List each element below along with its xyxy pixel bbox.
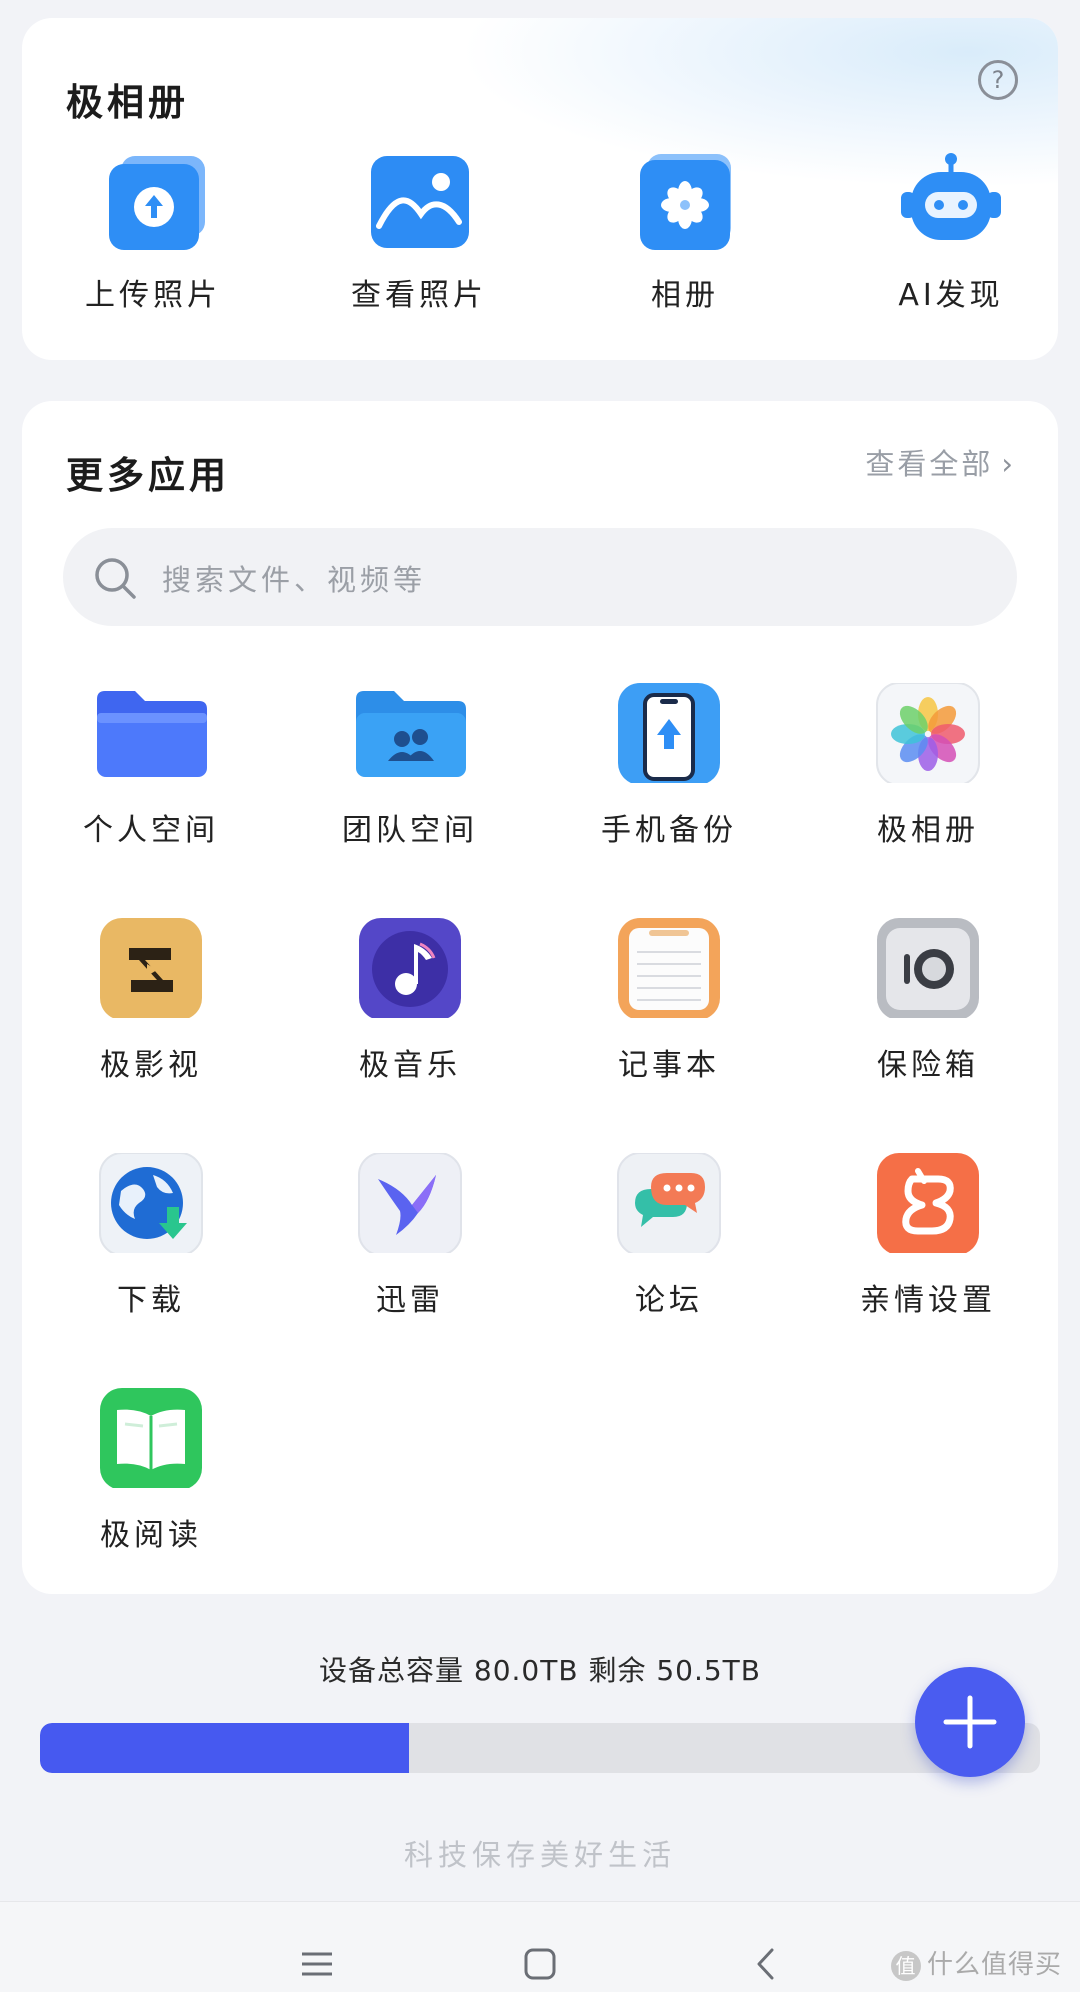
view-all-label: 查看全部	[865, 447, 994, 481]
app-safe[interactable]: 保险箱	[828, 918, 1028, 1084]
video-icon	[100, 918, 202, 1018]
apps-card-title: 更多应用	[66, 454, 230, 497]
app-label: 个人空间	[83, 813, 219, 848]
storage-bar	[40, 1723, 1040, 1773]
app-photo-album[interactable]: 极相册	[828, 683, 1028, 849]
upload-photo-icon	[109, 156, 205, 250]
app-label: 保险箱	[877, 1048, 979, 1083]
family-settings-icon	[877, 1153, 979, 1253]
album-item-albums[interactable]: 相册	[585, 152, 785, 314]
album-card: 极相册 ? 上传照片 查看照片 相册 AI发现	[22, 18, 1058, 360]
album-item-ai-discover[interactable]: AI发现	[851, 152, 1051, 314]
reader-book-icon	[100, 1388, 202, 1488]
app-label: 极影视	[100, 1048, 202, 1083]
plus-icon	[943, 1695, 997, 1749]
app-label: 手机备份	[601, 813, 737, 848]
watermark: 值什么值得买	[890, 1944, 1062, 1981]
add-button[interactable]	[915, 1667, 1025, 1777]
app-notepad[interactable]: 记事本	[569, 918, 769, 1084]
app-label: 论坛	[635, 1283, 703, 1318]
notepad-icon	[618, 918, 720, 1018]
app-family-settings[interactable]: 亲情设置	[828, 1153, 1028, 1319]
app-forum[interactable]: 论坛	[569, 1153, 769, 1319]
album-item-label: 上传照片	[85, 278, 221, 313]
slogan: 科技保存美好生活	[403, 1838, 676, 1872]
storage-bar-fill	[40, 1723, 409, 1773]
back-chevron-icon[interactable]	[754, 1947, 776, 1981]
app-personal-space[interactable]: 个人空间	[51, 683, 251, 849]
album-card-title: 极相册	[66, 81, 189, 124]
search-bar[interactable]: 搜索文件、视频等	[63, 528, 1017, 626]
app-label: 迅雷	[376, 1283, 444, 1318]
app-label: 极音乐	[359, 1048, 461, 1083]
storage-info: 设备总容量 80.0TB 剩余 50.5TB	[318, 1654, 761, 1687]
view-photo-icon	[371, 156, 469, 248]
app-label: 下载	[117, 1283, 185, 1318]
app-label: 极相册	[877, 813, 979, 848]
help-icon[interactable]: ?	[978, 60, 1018, 100]
app-label: 记事本	[618, 1048, 720, 1083]
watermark-text: 什么值得买	[926, 1950, 1062, 1980]
download-globe-icon	[99, 1153, 203, 1253]
app-video[interactable]: 极影视	[51, 918, 251, 1084]
forum-chat-icon	[617, 1153, 721, 1253]
photos-flower-icon	[876, 683, 980, 783]
app-team-space[interactable]: 团队空间	[310, 683, 510, 849]
album-item-view-photos[interactable]: 查看照片	[319, 152, 519, 314]
album-item-label: 查看照片	[351, 278, 487, 313]
music-icon	[359, 918, 461, 1018]
app-music[interactable]: 极音乐	[310, 918, 510, 1084]
album-icon	[640, 154, 731, 250]
watermark-badge: 值	[890, 1950, 921, 1981]
personal-folder-icon	[97, 691, 207, 777]
search-icon	[95, 558, 136, 599]
search-placeholder: 搜索文件、视频等	[162, 563, 427, 597]
album-item-upload[interactable]: 上传照片	[53, 152, 253, 314]
app-label: 极阅读	[100, 1518, 202, 1553]
home-square-icon[interactable]	[523, 1947, 557, 1981]
app-download[interactable]: 下载	[51, 1153, 251, 1319]
safe-icon	[877, 918, 979, 1018]
view-all-link[interactable]: 查看全部 ›	[865, 441, 1016, 483]
ai-robot-icon	[901, 153, 1001, 240]
thunder-bird-icon	[358, 1153, 462, 1253]
app-thunder[interactable]: 迅雷	[310, 1153, 510, 1319]
chevron-right-icon: ›	[1001, 447, 1016, 481]
app-label: 团队空间	[342, 813, 478, 848]
phone-backup-icon	[618, 683, 720, 783]
team-folder-icon	[356, 691, 466, 777]
app-label: 亲情设置	[860, 1283, 996, 1318]
app-reader[interactable]: 极阅读	[51, 1388, 251, 1554]
album-item-label: AI发现	[898, 278, 1004, 313]
album-item-label: 相册	[651, 278, 719, 313]
menu-icon[interactable]	[300, 1951, 334, 1977]
apps-card: 更多应用 查看全部 › 搜索文件、视频等 个人空间 团队空间 手机备份 极相册 …	[22, 401, 1058, 1594]
app-phone-backup[interactable]: 手机备份	[569, 683, 769, 849]
